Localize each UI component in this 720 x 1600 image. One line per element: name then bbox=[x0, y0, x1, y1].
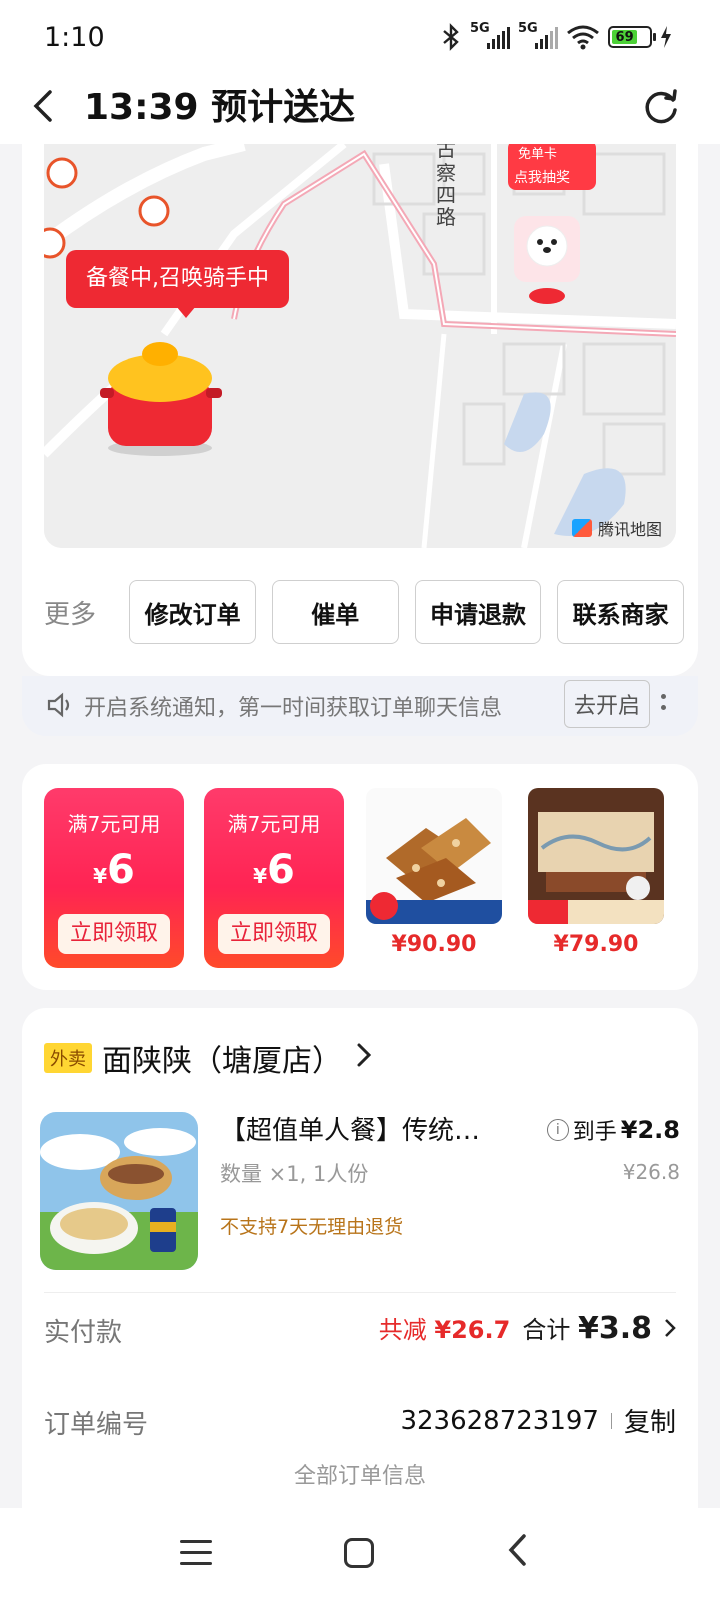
coupon-condition: 满7元可用 bbox=[227, 812, 321, 836]
order-number: 323628723197 bbox=[400, 1405, 599, 1436]
menu-icon[interactable] bbox=[180, 1540, 212, 1568]
dish-image[interactable] bbox=[40, 1112, 198, 1270]
svg-text:免单卡: 免单卡 bbox=[518, 147, 557, 162]
product-price: ¥79.90 bbox=[553, 932, 639, 957]
back-button[interactable] bbox=[28, 84, 68, 130]
notification-text: 开启系统通知，第一时间获取订单聊天信息 bbox=[84, 696, 503, 721]
charging-icon bbox=[661, 26, 671, 48]
chevron-right-icon bbox=[356, 1042, 372, 1075]
status-icons: 5G 5G 69 bbox=[440, 21, 672, 52]
order-number-row: 323628723197 复制 bbox=[400, 1402, 676, 1439]
map-credit: 腾讯地图 bbox=[571, 516, 662, 540]
recommended-product[interactable]: ¥90.90 bbox=[366, 788, 502, 957]
map-street-label: 古 bbox=[436, 144, 456, 161]
refund-policy-note: 不支持7天无理由退货 bbox=[220, 1216, 404, 1238]
all-order-info-link[interactable]: 全部订单信息 bbox=[22, 1458, 698, 1490]
contact-merchant-button[interactable]: 联系商家 bbox=[557, 580, 685, 644]
info-icon[interactable]: i bbox=[546, 1119, 569, 1141]
notification-banner: 开启系统通知，第一时间获取订单聊天信息 去开启 bbox=[22, 676, 698, 736]
home-icon[interactable] bbox=[344, 1538, 374, 1568]
refresh-button[interactable] bbox=[638, 84, 684, 130]
more-label: 更多 bbox=[44, 599, 97, 630]
order-actions: 更多 修改订单 催单 申请退款 联系商家 bbox=[44, 580, 685, 644]
product-image bbox=[366, 788, 502, 924]
coupon-amount: ¥6 bbox=[93, 847, 135, 893]
back-nav-icon[interactable] bbox=[506, 1532, 530, 1575]
tencent-map-logo-icon bbox=[571, 519, 592, 537]
product-price: ¥90.90 bbox=[391, 932, 477, 957]
cooking-pot-icon bbox=[100, 342, 222, 456]
modify-order-button[interactable]: 修改订单 bbox=[129, 580, 256, 644]
copy-button[interactable]: 复制 bbox=[624, 1402, 676, 1439]
status-time: 1:10 bbox=[44, 22, 105, 53]
promo-badge-icon[interactable]: 免单卡 点我抽奖 bbox=[508, 144, 596, 190]
store-link[interactable]: 外卖 面陕陕（塘厦店） bbox=[44, 1036, 372, 1080]
signal-icon-2: 5G bbox=[518, 21, 558, 51]
claim-coupon-button[interactable]: 立即领取 bbox=[58, 914, 170, 954]
takeout-tag: 外卖 bbox=[44, 1043, 92, 1073]
divider bbox=[44, 1292, 676, 1293]
promo-section: 满7元可用 ¥6 立即领取 满7元可用 ¥6 立即领取 ¥90.90 ¥79.9… bbox=[22, 764, 698, 990]
coupon-condition: 满7元可用 bbox=[67, 812, 161, 836]
urge-order-button[interactable]: 催单 bbox=[271, 580, 399, 644]
refresh-icon bbox=[645, 89, 677, 124]
chevron-left-icon bbox=[33, 90, 52, 122]
coupon-card[interactable]: 满7元可用 ¥6 立即领取 bbox=[204, 788, 344, 968]
more-options-icon[interactable] bbox=[658, 688, 668, 720]
page-title: 13:39 预计送达 bbox=[84, 87, 356, 128]
claim-coupon-button[interactable]: 立即领取 bbox=[218, 914, 330, 954]
discount-total: 共减 ¥26.7 bbox=[378, 1316, 511, 1344]
paid-amount-label: 实付款 bbox=[44, 1318, 123, 1348]
payment-summary[interactable]: 共减 ¥26.7 合计 ¥3.8 bbox=[379, 1310, 676, 1346]
order-number-label: 订单编号 bbox=[44, 1410, 149, 1440]
delivery-status-card: 古 察 四 路 免单卡 点我抽奖 备餐中,召唤骑手中 腾讯地图 更多 修改订单 … bbox=[22, 144, 698, 676]
dish-name[interactable]: 【超值单人餐】传统… bbox=[220, 1110, 510, 1147]
svg-text:四: 四 bbox=[436, 183, 456, 207]
coupon-card[interactable]: 满7元可用 ¥6 立即领取 bbox=[44, 788, 184, 968]
product-image bbox=[528, 788, 664, 924]
svg-text:点我抽奖: 点我抽奖 bbox=[514, 169, 570, 186]
bluetooth-icon bbox=[443, 23, 459, 51]
status-bar: 1:10 5G 5G 69 bbox=[0, 0, 720, 74]
svg-text:察: 察 bbox=[436, 161, 456, 185]
battery-icon: 69 bbox=[608, 26, 656, 48]
delivery-map[interactable]: 古 察 四 路 免单卡 点我抽奖 备餐中,召唤骑手中 腾讯地图 bbox=[44, 144, 676, 548]
dish-quantity: 数量 ×1, 1人份 bbox=[220, 1162, 369, 1186]
grand-total: 合计 ¥3.8 bbox=[522, 1311, 652, 1346]
recommended-product[interactable]: ¥79.90 bbox=[528, 788, 664, 957]
refund-button[interactable]: 申请退款 bbox=[414, 580, 542, 644]
coupon-amount: ¥6 bbox=[253, 847, 295, 893]
divider bbox=[610, 1412, 612, 1429]
system-nav-bar bbox=[0, 1508, 720, 1600]
dish-original-price: ¥26.8 bbox=[622, 1160, 680, 1184]
order-details-card: 外卖 面陕陕（塘厦店） 【超值单人餐】传统… 数量 ×1, 1人份 不支持7天无… bbox=[22, 1008, 698, 1508]
speaker-icon bbox=[47, 692, 70, 718]
wifi-icon bbox=[567, 25, 599, 50]
enable-notification-button[interactable]: 去开启 bbox=[564, 680, 650, 728]
chevron-right-icon bbox=[665, 1319, 676, 1337]
signal-icon: 5G bbox=[470, 21, 510, 51]
svg-text:路: 路 bbox=[436, 205, 456, 229]
status-bubble: 备餐中,召唤骑手中 bbox=[66, 250, 289, 318]
dish-final-price[interactable]: i 到手 ¥2.8 bbox=[546, 1114, 680, 1146]
page-header: 13:39 预计送达 bbox=[0, 74, 720, 144]
store-name: 面陕陕（塘厦店） bbox=[102, 1044, 342, 1079]
